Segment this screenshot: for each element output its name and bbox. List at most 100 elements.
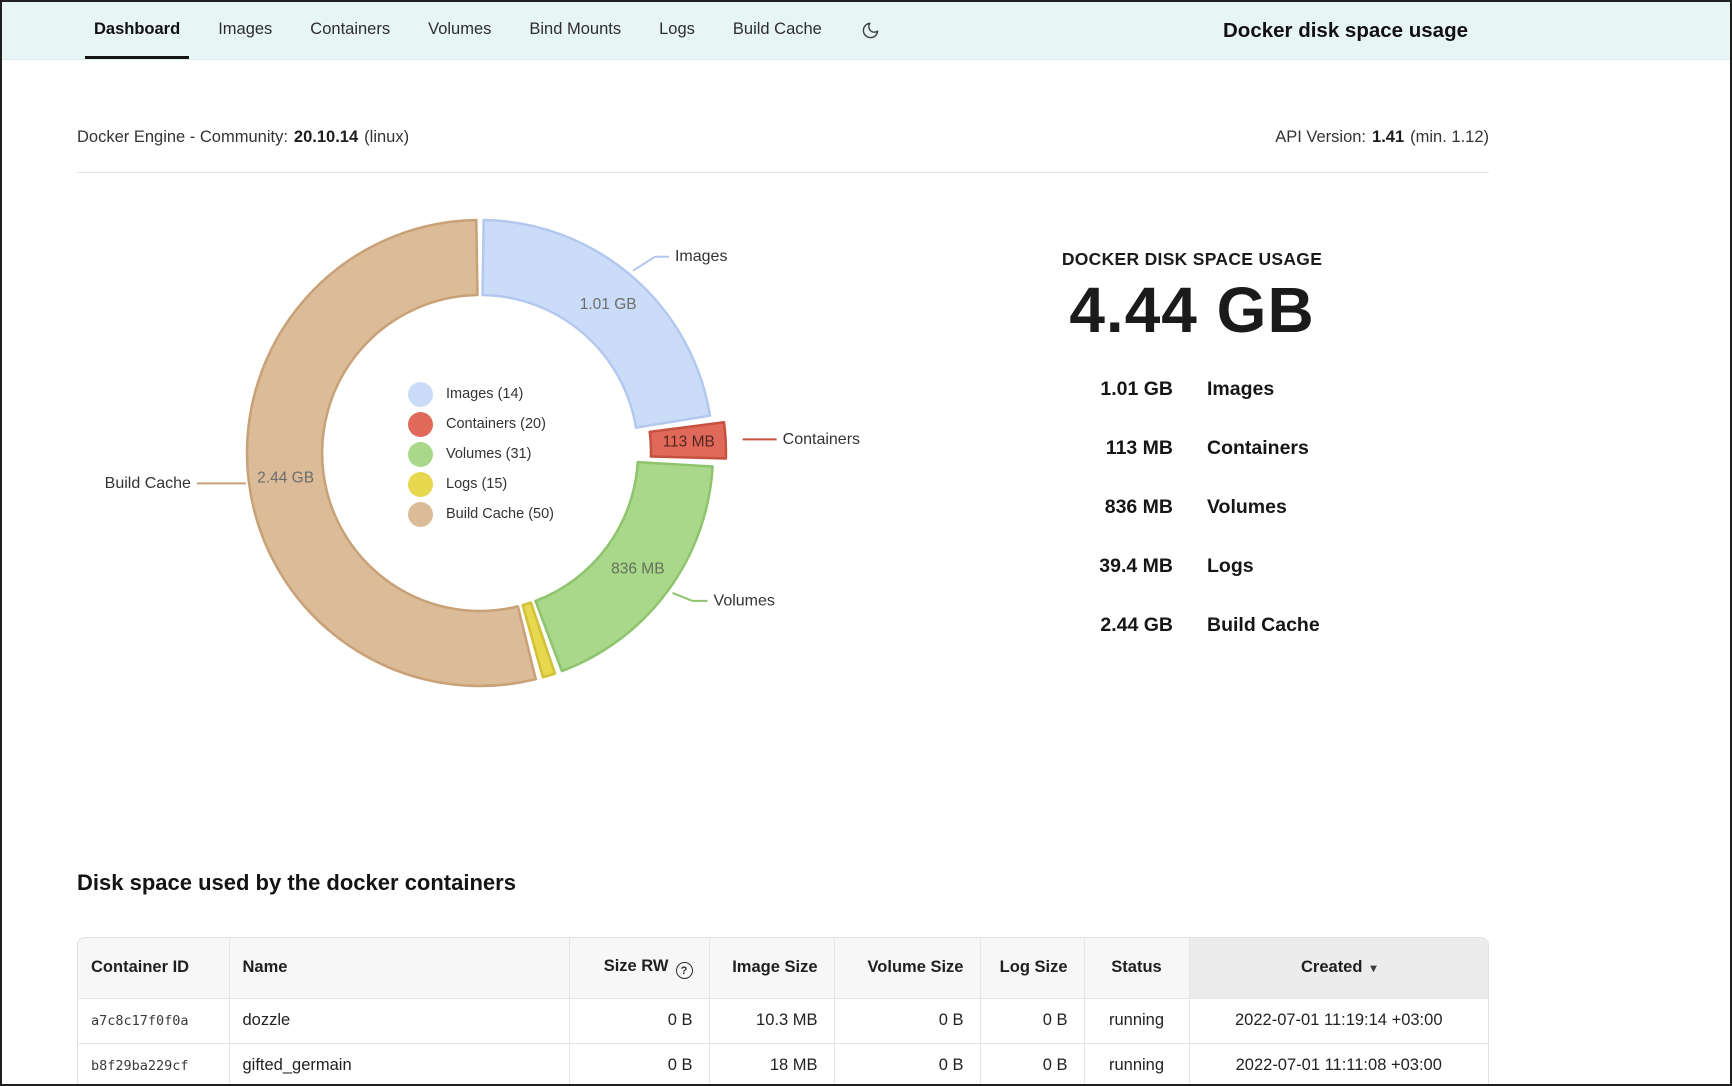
summary-value: 836 MB — [982, 496, 1173, 519]
tab-images[interactable]: Images — [209, 2, 281, 59]
tab-build-cache[interactable]: Build Cache — [724, 2, 831, 59]
tab-bind-mounts[interactable]: Bind Mounts — [520, 2, 630, 59]
api-label: API Version: — [1275, 128, 1366, 147]
nav-tabs: Dashboard Images Containers Volumes Bind Mou… — [85, 2, 831, 59]
summary-row-volumes: 836 MB Volumes — [982, 478, 1402, 537]
cell-status: running — [1084, 1043, 1189, 1086]
table-header-row: Container ID Name Size RW? Image Size Volume… — [78, 938, 1488, 998]
column-label: Log Size — [1000, 958, 1068, 976]
legend-label: Containers (20) — [446, 416, 546, 432]
cell-log-size: 0 B — [980, 998, 1084, 1043]
cell-log-size: 0 B — [980, 1043, 1084, 1086]
callout-label-volumes: Volumes — [714, 592, 775, 609]
legend-item-logs: Logs (15) — [408, 469, 554, 499]
column-label: Size RW — [604, 957, 669, 975]
chart-legend: Images (14) Containers (20) Volumes (31) Lo… — [408, 379, 554, 529]
help-icon[interactable]: ? — [676, 962, 693, 979]
column-label: Status — [1111, 958, 1161, 976]
cell-image-size: 18 MB — [709, 1043, 834, 1086]
legend-item-containers: Containers (20) — [408, 409, 554, 439]
summary-row-images: 1.01 GB Images — [982, 360, 1402, 419]
moon-icon — [861, 21, 880, 40]
dark-mode-toggle[interactable] — [855, 2, 886, 59]
api-version-info: API Version: 1.41 (min. 1.12) — [1275, 128, 1489, 147]
summary-heading: DOCKER DISK SPACE USAGE — [982, 247, 1402, 271]
summary-row-logs: 39.4 MB Logs — [982, 537, 1402, 596]
summary-row-containers: 113 MB Containers — [982, 419, 1402, 478]
legend-dot-build-cache — [408, 502, 433, 527]
engine-version: 20.10.14 — [294, 128, 358, 147]
column-label: Name — [243, 958, 288, 976]
column-header-name[interactable]: Name — [229, 938, 569, 998]
legend-label: Build Cache (50) — [446, 506, 554, 522]
summary-label: Volumes — [1207, 496, 1287, 519]
cell-container-id: a7c8c17f0f0a — [78, 998, 229, 1043]
summary-label: Build Cache — [1207, 614, 1320, 637]
callout-label-containers: Containers — [783, 431, 860, 448]
column-header-container-id[interactable]: Container ID — [78, 938, 229, 998]
legend-label: Volumes (31) — [446, 446, 531, 462]
summary-row-build-cache: 2.44 GB Build Cache — [982, 596, 1402, 655]
column-header-image-size[interactable]: Image Size — [709, 938, 834, 998]
app-title: Docker disk space usage — [1223, 2, 1468, 59]
tab-containers[interactable]: Containers — [301, 2, 399, 59]
legend-label: Images (14) — [446, 386, 523, 402]
column-header-status[interactable]: Status — [1084, 938, 1189, 998]
summary-value: 113 MB — [982, 437, 1173, 460]
tab-dashboard[interactable]: Dashboard — [85, 2, 189, 59]
cell-volume-size: 0 B — [834, 998, 980, 1043]
summary-total: 4.44 GB — [982, 278, 1402, 342]
cell-volume-size: 0 B — [834, 1043, 980, 1086]
legend-dot-volumes — [408, 442, 433, 467]
segment-value-label-build-cache: 2.44 GB — [257, 470, 314, 487]
callout-line-volumes — [673, 593, 708, 601]
usage-summary-panel: DOCKER DISK SPACE USAGE 4.44 GB 1.01 GB I… — [982, 247, 1402, 655]
summary-label: Logs — [1207, 555, 1254, 578]
column-label: Created — [1301, 958, 1362, 976]
segment-value-label-volumes: 836 MB — [611, 561, 664, 578]
summary-value: 39.4 MB — [982, 555, 1173, 578]
docker-disk-usage-app: Dashboard Images Containers Volumes Bind Mou… — [0, 0, 1732, 1086]
legend-dot-containers — [408, 412, 433, 437]
column-header-log-size[interactable]: Log Size — [980, 938, 1084, 998]
table-row: b8f29ba229cfgifted_germain0 B18 MB0 B0 B… — [78, 1043, 1488, 1086]
column-label: Container ID — [91, 958, 189, 976]
sort-desc-icon: ▾ — [1370, 961, 1376, 975]
summary-label: Images — [1207, 378, 1274, 401]
legend-dot-images — [408, 382, 433, 407]
engine-platform: (linux) — [364, 128, 409, 147]
cell-size-rw: 0 B — [569, 998, 709, 1043]
containers-table: Container ID Name Size RW? Image Size Volume… — [77, 937, 1489, 1086]
containers-section-heading: Disk space used by the docker containers — [77, 870, 516, 896]
column-header-size-rw[interactable]: Size RW? — [569, 938, 709, 998]
column-header-created[interactable]: Created ▾ — [1189, 938, 1488, 998]
legend-dot-logs — [408, 472, 433, 497]
cell-image-size: 10.3 MB — [709, 998, 834, 1043]
callout-label-build-cache: Build Cache — [105, 475, 191, 492]
cell-size-rw: 0 B — [569, 1043, 709, 1086]
tab-volumes[interactable]: Volumes — [419, 2, 500, 59]
cell-name: gifted_germain — [229, 1043, 569, 1086]
column-label: Image Size — [732, 958, 817, 976]
segment-value-label-images: 1.01 GB — [580, 296, 637, 313]
divider — [77, 172, 1489, 173]
column-header-volume-size[interactable]: Volume Size — [834, 938, 980, 998]
summary-value: 1.01 GB — [982, 378, 1173, 401]
top-nav: Dashboard Images Containers Volumes Bind Mou… — [2, 2, 1730, 60]
api-min-version: (min. 1.12) — [1410, 128, 1489, 147]
column-label: Volume Size — [868, 958, 964, 976]
summary-value: 2.44 GB — [982, 614, 1173, 637]
segment-value-label-containers: 113 MB — [663, 434, 715, 451]
cell-status: running — [1084, 998, 1189, 1043]
engine-info-row: Docker Engine - Community: 20.10.14 (lin… — [77, 128, 1489, 147]
legend-item-images: Images (14) — [408, 379, 554, 409]
summary-label: Containers — [1207, 437, 1309, 460]
cell-created: 2022-07-01 11:11:08 +03:00 — [1189, 1043, 1488, 1086]
legend-item-build-cache: Build Cache (50) — [408, 499, 554, 529]
legend-label: Logs (15) — [446, 476, 507, 492]
callout-line-images — [633, 257, 669, 271]
api-version: 1.41 — [1372, 128, 1404, 147]
cell-container-id: b8f29ba229cf — [78, 1043, 229, 1086]
engine-version-info: Docker Engine - Community: 20.10.14 (lin… — [77, 128, 409, 147]
tab-logs[interactable]: Logs — [650, 2, 704, 59]
